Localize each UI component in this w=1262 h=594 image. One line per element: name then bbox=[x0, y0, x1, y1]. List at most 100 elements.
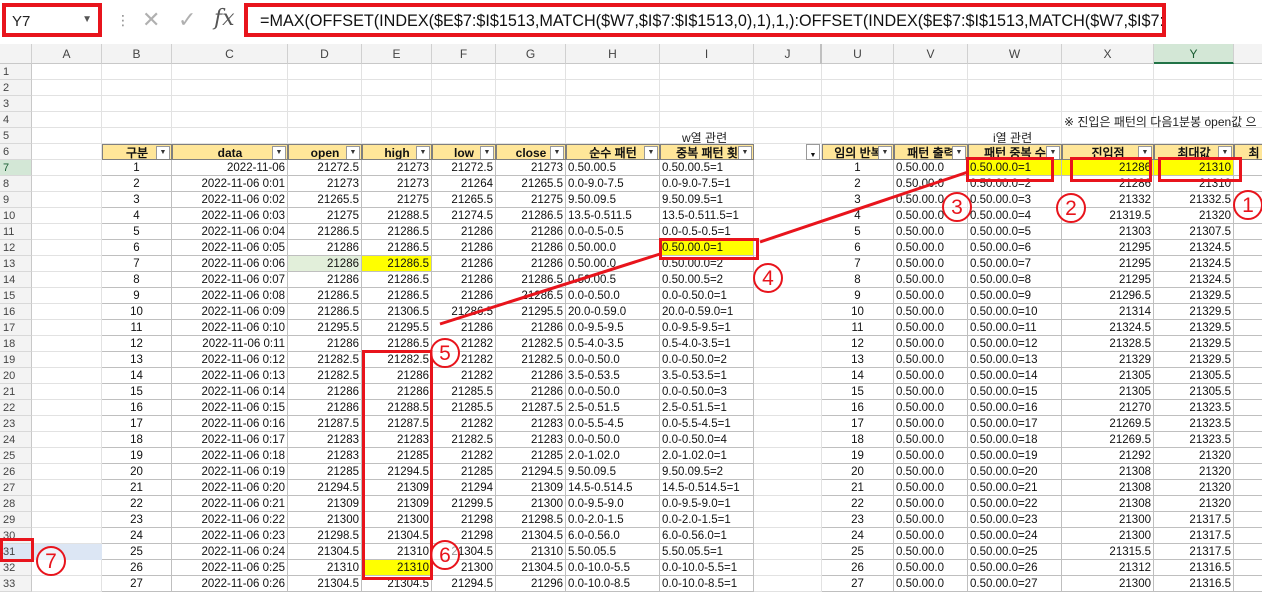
cell-overflow-11[interactable] bbox=[1234, 224, 1262, 240]
cell-x29[interactable]: 21300 bbox=[1062, 512, 1154, 528]
cell-x23[interactable]: 21269.5 bbox=[1062, 416, 1154, 432]
cell-g11[interactable]: 21286 bbox=[496, 224, 566, 240]
cell-u19[interactable]: 13 bbox=[822, 352, 894, 368]
select-all-corner[interactable] bbox=[0, 44, 32, 64]
cell-v14[interactable]: 0.50.00.0 bbox=[894, 272, 968, 288]
cell-c27[interactable]: 2022-11-06 0:20 bbox=[172, 480, 288, 496]
cell-v31[interactable]: 0.50.00.0 bbox=[894, 544, 968, 560]
cell-u30[interactable]: 24 bbox=[822, 528, 894, 544]
cell-overflow-12[interactable] bbox=[1234, 240, 1262, 256]
cell-b21[interactable]: 15 bbox=[102, 384, 172, 400]
name-box[interactable]: Y7 ▼ bbox=[2, 3, 102, 37]
cell-g18[interactable]: 21282.5 bbox=[496, 336, 566, 352]
column-header-g[interactable]: G bbox=[496, 44, 566, 64]
cell-overflow-18[interactable] bbox=[1234, 336, 1262, 352]
row-header-13[interactable]: 13 bbox=[0, 256, 32, 272]
cell-c20[interactable]: 2022-11-06 0:13 bbox=[172, 368, 288, 384]
cell-u33[interactable]: 27 bbox=[822, 576, 894, 592]
cell-d21[interactable]: 21286 bbox=[288, 384, 362, 400]
row-header-23[interactable]: 23 bbox=[0, 416, 32, 432]
cell-d20[interactable]: 21282.5 bbox=[288, 368, 362, 384]
cell-x33[interactable]: 21300 bbox=[1062, 576, 1154, 592]
cell-u22[interactable]: 16 bbox=[822, 400, 894, 416]
cell-overflow-24[interactable] bbox=[1234, 432, 1262, 448]
cell-c8[interactable]: 2022-11-06 0:01 bbox=[172, 176, 288, 192]
cell-c11[interactable]: 2022-11-06 0:04 bbox=[172, 224, 288, 240]
cell-d29[interactable]: 21300 bbox=[288, 512, 362, 528]
row-header-14[interactable]: 14 bbox=[0, 272, 32, 288]
cell-d26[interactable]: 21285 bbox=[288, 464, 362, 480]
cell-b23[interactable]: 17 bbox=[102, 416, 172, 432]
cell-i21[interactable]: 0.0-0.50.0=3 bbox=[660, 384, 754, 400]
cell-y21[interactable]: 21305.5 bbox=[1154, 384, 1234, 400]
cell-c18[interactable]: 2022-11-06 0:11 bbox=[172, 336, 288, 352]
filter-dropdown-icon[interactable]: ▼ bbox=[550, 146, 564, 159]
cell-b26[interactable]: 20 bbox=[102, 464, 172, 480]
cell-w31[interactable]: 0.50.00.0=25 bbox=[968, 544, 1062, 560]
cell-v18[interactable]: 0.50.00.0 bbox=[894, 336, 968, 352]
cell-y11[interactable]: 21307.5 bbox=[1154, 224, 1234, 240]
cell-h12[interactable]: 0.50.00.0 bbox=[566, 240, 660, 256]
cell-f16[interactable]: 21286.5 bbox=[432, 304, 496, 320]
cell-g21[interactable]: 21286 bbox=[496, 384, 566, 400]
cell-g16[interactable]: 21295.5 bbox=[496, 304, 566, 320]
cell-y33[interactable]: 21316.5 bbox=[1154, 576, 1234, 592]
cell-x15[interactable]: 21296.5 bbox=[1062, 288, 1154, 304]
cell-y15[interactable]: 21329.5 bbox=[1154, 288, 1234, 304]
cell-b17[interactable]: 11 bbox=[102, 320, 172, 336]
column-header-x[interactable]: X bbox=[1062, 44, 1154, 64]
cell-y13[interactable]: 21324.5 bbox=[1154, 256, 1234, 272]
cell-x16[interactable]: 21314 bbox=[1062, 304, 1154, 320]
cell-g17[interactable]: 21286 bbox=[496, 320, 566, 336]
cell-c30[interactable]: 2022-11-06 0:23 bbox=[172, 528, 288, 544]
cell-y12[interactable]: 21324.5 bbox=[1154, 240, 1234, 256]
cell-overflow-17[interactable] bbox=[1234, 320, 1262, 336]
cell-w23[interactable]: 0.50.00.0=17 bbox=[968, 416, 1062, 432]
cell-e7[interactable]: 21273 bbox=[362, 160, 432, 176]
row-header-22[interactable]: 22 bbox=[0, 400, 32, 416]
cell-h33[interactable]: 0.0-10.0-8.5 bbox=[566, 576, 660, 592]
cell-e13[interactable]: 21286.5 bbox=[362, 256, 432, 272]
cell-c9[interactable]: 2022-11-06 0:02 bbox=[172, 192, 288, 208]
cell-b20[interactable]: 14 bbox=[102, 368, 172, 384]
cell-b11[interactable]: 5 bbox=[102, 224, 172, 240]
cell-f13[interactable]: 21286 bbox=[432, 256, 496, 272]
cell-y18[interactable]: 21329.5 bbox=[1154, 336, 1234, 352]
cell-u23[interactable]: 17 bbox=[822, 416, 894, 432]
cell-e16[interactable]: 21306.5 bbox=[362, 304, 432, 320]
cell-b32[interactable]: 26 bbox=[102, 560, 172, 576]
cell-d23[interactable]: 21287.5 bbox=[288, 416, 362, 432]
cell-v12[interactable]: 0.50.00.0 bbox=[894, 240, 968, 256]
row-header-8[interactable]: 8 bbox=[0, 176, 32, 192]
cell-i31[interactable]: 5.50.05.5=1 bbox=[660, 544, 754, 560]
cell-w20[interactable]: 0.50.00.0=14 bbox=[968, 368, 1062, 384]
cell-v25[interactable]: 0.50.00.0 bbox=[894, 448, 968, 464]
formula-input[interactable]: =MAX(OFFSET(INDEX($E$7:$I$1513,MATCH($W7… bbox=[244, 3, 1166, 37]
cell-u31[interactable]: 25 bbox=[822, 544, 894, 560]
cell-v11[interactable]: 0.50.00.0 bbox=[894, 224, 968, 240]
cell-w28[interactable]: 0.50.00.0=22 bbox=[968, 496, 1062, 512]
cell-x22[interactable]: 21270 bbox=[1062, 400, 1154, 416]
cell-overflow-33[interactable] bbox=[1234, 576, 1262, 592]
cell-b18[interactable]: 12 bbox=[102, 336, 172, 352]
cell-d12[interactable]: 21286 bbox=[288, 240, 362, 256]
cell-w19[interactable]: 0.50.00.0=13 bbox=[968, 352, 1062, 368]
cell-g25[interactable]: 21285 bbox=[496, 448, 566, 464]
cell-b31[interactable]: 25 bbox=[102, 544, 172, 560]
cell-overflow-16[interactable] bbox=[1234, 304, 1262, 320]
cell-y26[interactable]: 21320 bbox=[1154, 464, 1234, 480]
cell-e15[interactable]: 21286.5 bbox=[362, 288, 432, 304]
cell-h30[interactable]: 6.0-0.56.0 bbox=[566, 528, 660, 544]
column-header-v[interactable]: V bbox=[894, 44, 968, 64]
filter-dropdown-icon[interactable]: ▼ bbox=[810, 152, 817, 159]
cell-g26[interactable]: 21294.5 bbox=[496, 464, 566, 480]
row-header-27[interactable]: 27 bbox=[0, 480, 32, 496]
cell-d22[interactable]: 21286 bbox=[288, 400, 362, 416]
cell-overflow-15[interactable] bbox=[1234, 288, 1262, 304]
cell-d33[interactable]: 21304.5 bbox=[288, 576, 362, 592]
row-header-7[interactable]: 7 bbox=[0, 160, 32, 176]
cell-b8[interactable]: 2 bbox=[102, 176, 172, 192]
cell-d28[interactable]: 21309 bbox=[288, 496, 362, 512]
cell-u18[interactable]: 12 bbox=[822, 336, 894, 352]
row-header-20[interactable]: 20 bbox=[0, 368, 32, 384]
